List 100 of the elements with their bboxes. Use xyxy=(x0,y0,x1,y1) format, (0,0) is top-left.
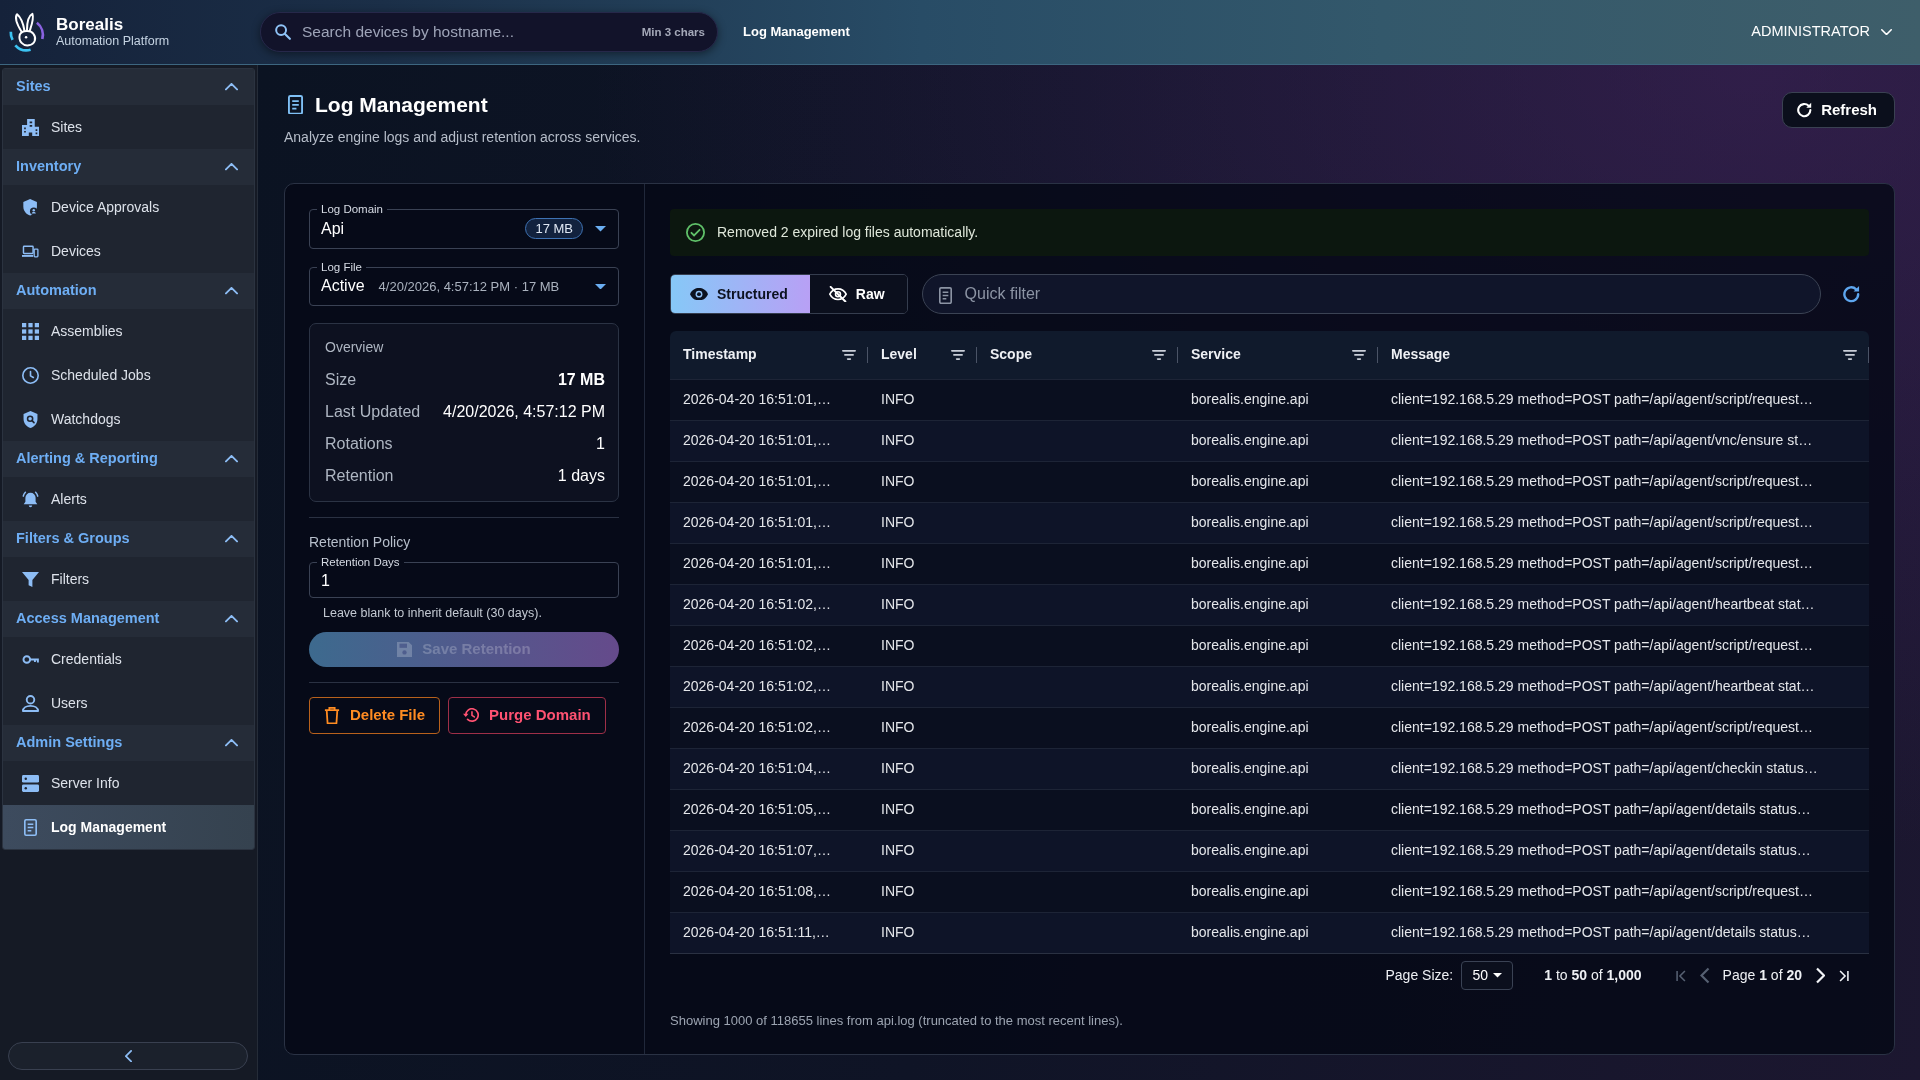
table-cell: INFO xyxy=(868,912,977,954)
chevron-up-icon xyxy=(225,739,238,747)
overview-value: 1 days xyxy=(557,466,605,487)
filter-icon[interactable] xyxy=(842,350,856,360)
table-cell: 2026-04-20 16:51:01,… xyxy=(670,543,868,585)
table-cell: client=192.168.5.29 method=POST path=/api/agent/script/request… xyxy=(1378,502,1869,544)
table-cell: 2026-04-20 16:51:01,… xyxy=(670,420,868,462)
section-title: Retention Policy xyxy=(309,533,412,553)
table-cell: 2026-04-20 16:51:02,… xyxy=(670,584,868,626)
chevron-up-icon xyxy=(225,535,238,543)
table-cell: borealis.engine.api xyxy=(1178,707,1378,749)
table-cell: client=192.168.5.29 method=POST path=/api/agent/details status… xyxy=(1378,912,1869,954)
grid-icon xyxy=(22,322,39,340)
chevron-up-icon xyxy=(225,83,238,91)
table-cell: client=192.168.5.29 method=POST path=/api/agent/script/request… xyxy=(1378,707,1869,749)
building-icon xyxy=(22,118,39,136)
retention-days-input[interactable]: 1 xyxy=(321,569,606,594)
table-cell: borealis.engine.api xyxy=(1178,912,1378,954)
shield-search-icon xyxy=(22,410,39,428)
table-cell: borealis.engine.api xyxy=(1178,584,1378,626)
table-cell: borealis.engine.api xyxy=(1178,379,1378,421)
table-cell: INFO xyxy=(868,871,977,913)
rabbit-logo-icon xyxy=(9,12,45,52)
table-cell: 2026-04-20 16:51:02,… xyxy=(670,707,868,749)
document-icon xyxy=(22,818,39,836)
table-cell: borealis.engine.api xyxy=(1178,830,1378,872)
sidebar-section-header[interactable]: Access Management xyxy=(3,601,254,637)
sidebar-section-header[interactable]: Inventory xyxy=(3,149,254,185)
column-header[interactable]: Timestamp xyxy=(670,331,868,380)
bell-icon xyxy=(22,490,39,508)
refresh-button[interactable]: Refresh xyxy=(1782,92,1895,128)
filter-icon[interactable] xyxy=(1152,350,1166,360)
log-domain-select[interactable]: Log Domain Api 17 MB xyxy=(309,203,619,249)
table-cell: borealis.engine.api xyxy=(1178,461,1378,503)
sidebar-section-header[interactable]: Automation xyxy=(3,273,254,309)
table-cell: client=192.168.5.29 method=POST path=/api/agent/heartbeat stat… xyxy=(1378,584,1869,626)
chevron-left-icon xyxy=(124,1049,132,1063)
column-header[interactable]: Scope xyxy=(977,331,1178,380)
quick-filter-field[interactable]: Quick filter xyxy=(921,274,1821,315)
devices-icon xyxy=(22,242,39,260)
log-file-select[interactable]: Log File Active 4/20/2026, 4:57:12 PM · 17 MB xyxy=(309,260,619,307)
table-cell: 2026-04-20 16:51:08,… xyxy=(670,871,868,913)
action-button[interactable]: Purge Domain xyxy=(448,696,606,734)
footer-note: Showing 1000 of 118655 lines from api.log (truncated to the most recent lines). xyxy=(670,1012,1124,1031)
caret-down-icon xyxy=(595,226,606,232)
chevron-right-icon[interactable] xyxy=(1815,967,1825,985)
filter-icon[interactable] xyxy=(1843,350,1857,360)
table-cell: 2026-04-20 16:51:05,… xyxy=(670,789,868,831)
chevron-up-icon xyxy=(225,287,238,295)
breadcrumb-text: Log Management xyxy=(743,23,850,42)
sidebar-section-header[interactable]: Admin Settings xyxy=(3,725,254,761)
table-cell: 2026-04-20 16:51:02,… xyxy=(670,666,868,708)
column-header[interactable]: Message xyxy=(1378,331,1869,380)
eye-slash-icon xyxy=(828,286,847,303)
filter-icon[interactable] xyxy=(1352,350,1366,360)
overview-label: Rotations xyxy=(325,434,393,455)
field-label: Retention Days xyxy=(320,556,401,570)
retention-days-field[interactable]: Retention Days 1 xyxy=(309,556,619,599)
page-size-select[interactable]: 50 xyxy=(1461,961,1514,991)
field-label: Log File xyxy=(320,260,363,274)
sidebar-section-header[interactable]: Filters & Groups xyxy=(3,521,254,557)
table-cell: borealis.engine.api xyxy=(1178,420,1378,462)
column-header[interactable]: Level xyxy=(868,331,977,380)
document-icon xyxy=(938,287,952,305)
refresh-icon[interactable] xyxy=(1843,285,1860,303)
column-header[interactable]: Service xyxy=(1178,331,1378,380)
view-mode-toggle[interactable]: Structured xyxy=(671,275,810,314)
check-circle-icon xyxy=(686,223,705,243)
action-button[interactable]: Delete File xyxy=(309,696,441,734)
search-icon xyxy=(275,24,291,40)
alert-text: Removed 2 expired log files automatically. xyxy=(717,223,979,243)
sidebar-section-header[interactable]: Sites xyxy=(3,69,254,105)
overview-value: 1 xyxy=(596,434,605,455)
user-menu-button[interactable]: ADMINISTRATOR xyxy=(1751,17,1892,47)
file-detail: 4/20/2026, 4:57:12 PM · 17 MB xyxy=(378,277,560,296)
table-cell: INFO xyxy=(868,379,977,421)
table-cell: INFO xyxy=(868,830,977,872)
history-icon xyxy=(463,708,480,723)
filter-icon[interactable] xyxy=(951,350,965,360)
table-cell: INFO xyxy=(868,748,977,790)
table-cell: INFO xyxy=(868,707,977,749)
sidebar-section-header[interactable]: Alerting & Reporting xyxy=(3,441,254,477)
server-icon xyxy=(22,774,39,792)
sidebar-item[interactable]: Log Management xyxy=(3,805,254,849)
table-cell: INFO xyxy=(868,584,977,626)
view-mode-toggle[interactable]: Raw xyxy=(809,275,907,314)
page-size-label: Page Size: xyxy=(1385,966,1454,986)
eye-icon xyxy=(690,288,708,301)
caret-down-icon xyxy=(1493,973,1502,978)
app-name: Borealis xyxy=(56,14,125,35)
field-label: Log Domain xyxy=(320,203,384,216)
table-cell: borealis.engine.api xyxy=(1178,543,1378,585)
table-cell: 2026-04-20 16:51:01,… xyxy=(670,379,868,421)
table-cell: client=192.168.5.29 method=POST path=/api/agent/heartbeat stat… xyxy=(1378,666,1869,708)
overview-title: Overview xyxy=(325,338,385,358)
table-cell: client=192.168.5.29 method=POST path=/api/agent/script/request… xyxy=(1378,543,1869,585)
table-cell: client=192.168.5.29 method=POST path=/api/agent/details status… xyxy=(1378,789,1869,831)
table-cell: client=192.168.5.29 method=POST path=/api/agent/script/request… xyxy=(1378,379,1869,421)
last-page-icon[interactable] xyxy=(1839,969,1849,982)
chevron-down-icon xyxy=(1881,28,1892,36)
